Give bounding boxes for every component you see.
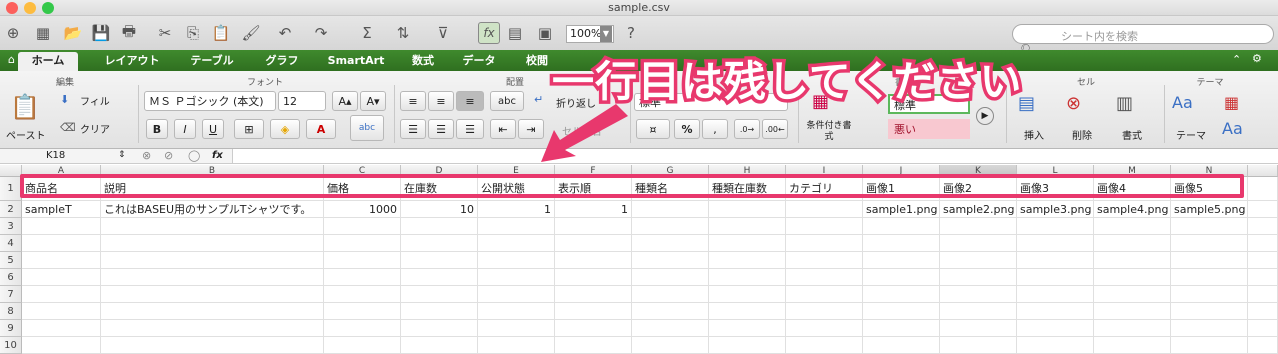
annotation-text: 一行目は残してください xyxy=(548,54,1024,110)
